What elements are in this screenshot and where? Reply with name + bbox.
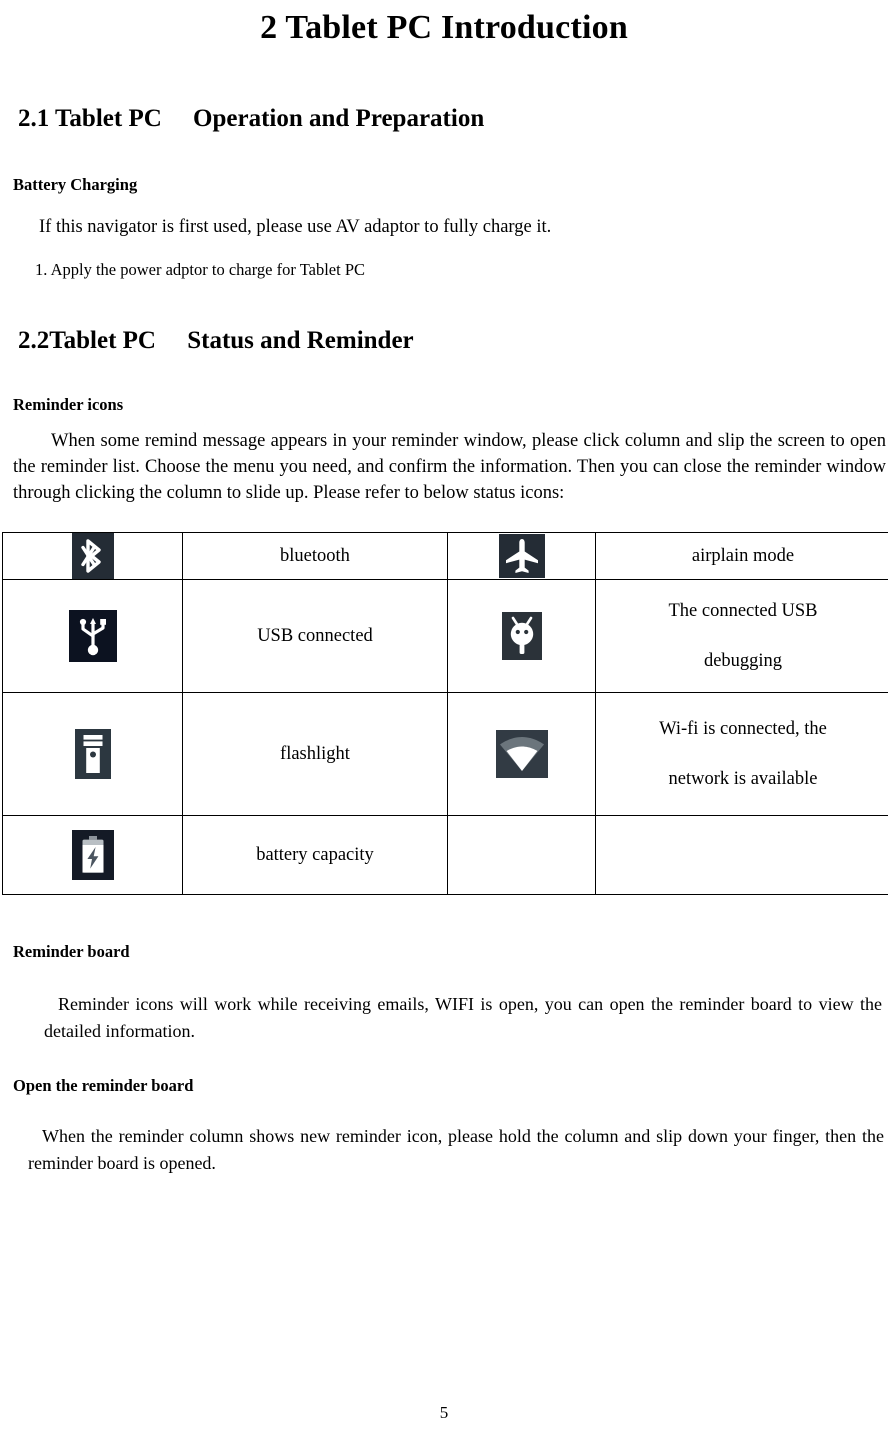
paragraph-reminder-board: Reminder icons will work while receiving… <box>44 994 882 1041</box>
table-row: flashlight Wi-fi is connected, the netwo… <box>2 692 888 816</box>
wifi-icon <box>495 730 548 778</box>
cell-icon-wifi <box>447 692 596 816</box>
cell-icon-flashlight <box>2 692 183 816</box>
cell-label-flashlight: flashlight <box>182 692 448 816</box>
cell-label-android-debug-line2: debugging <box>703 651 783 671</box>
cell-icon-bluetooth <box>2 532 183 580</box>
airplane-mode-icon <box>498 534 545 578</box>
cell-label-battery: battery capacity <box>182 815 448 895</box>
paragraph-reminder-icons: When some remind message appears in your… <box>13 431 886 503</box>
cell-label-bluetooth: bluetooth <box>182 532 448 580</box>
bluetooth-icon <box>71 533 114 579</box>
cell-label-wifi-line2: network is available <box>668 769 818 789</box>
subheading-open-reminder-board: Open the reminder board <box>13 1076 194 1095</box>
cell-icon-battery <box>2 815 183 895</box>
status-icon-table: bluetooth airplain mode USB connected Th… <box>2 532 888 895</box>
page-title: 2 Tablet PC Introduction <box>260 9 628 46</box>
usb-icon <box>68 610 117 662</box>
paragraph-battery-charging-step-1: 1. Apply the power adptor to charge for … <box>35 260 365 279</box>
cell-label-wifi-line1: Wi-fi is connected, the <box>659 719 827 739</box>
cell-label-airplane-mode: airplain mode <box>595 532 888 580</box>
cell-icon-usb <box>2 579 183 693</box>
battery-icon <box>71 830 114 880</box>
subheading-reminder-board: Reminder board <box>13 942 130 961</box>
document-page: 2 Tablet PC Introduction 2.1 Tablet PC O… <box>0 0 888 1439</box>
cell-label-usb: USB connected <box>182 579 448 693</box>
cell-icon-airplane-mode <box>447 532 596 580</box>
table-row: battery capacity <box>2 815 888 895</box>
section-heading-2-2: 2.2Tablet PC Status and Reminder <box>18 327 414 354</box>
android-debug-icon <box>501 612 542 660</box>
paragraph-battery-charging-intro: If this navigator is first used, please … <box>39 217 552 237</box>
page-number: 5 <box>439 1403 449 1422</box>
table-row: bluetooth airplain mode <box>2 532 888 580</box>
cell-icon-android-debug <box>447 579 596 693</box>
cell-label-wifi: Wi-fi is connected, the network is avail… <box>595 692 888 816</box>
cell-label-android-debug: The connected USB debugging <box>595 579 888 693</box>
paragraph-open-reminder-board: When the reminder column shows new remin… <box>28 1126 884 1173</box>
subheading-reminder-icons: Reminder icons <box>13 395 124 414</box>
cell-label-android-debug-line1: The connected USB <box>668 601 818 621</box>
table-row: USB connected The connected USB debuggin… <box>2 579 888 693</box>
flashlight-icon <box>74 729 111 779</box>
section-heading-2-1: 2.1 Tablet PC Operation and Preparation <box>18 105 485 132</box>
cell-label-empty <box>595 815 888 895</box>
cell-icon-empty <box>447 815 596 895</box>
subheading-battery-charging: Battery Charging <box>13 175 138 194</box>
